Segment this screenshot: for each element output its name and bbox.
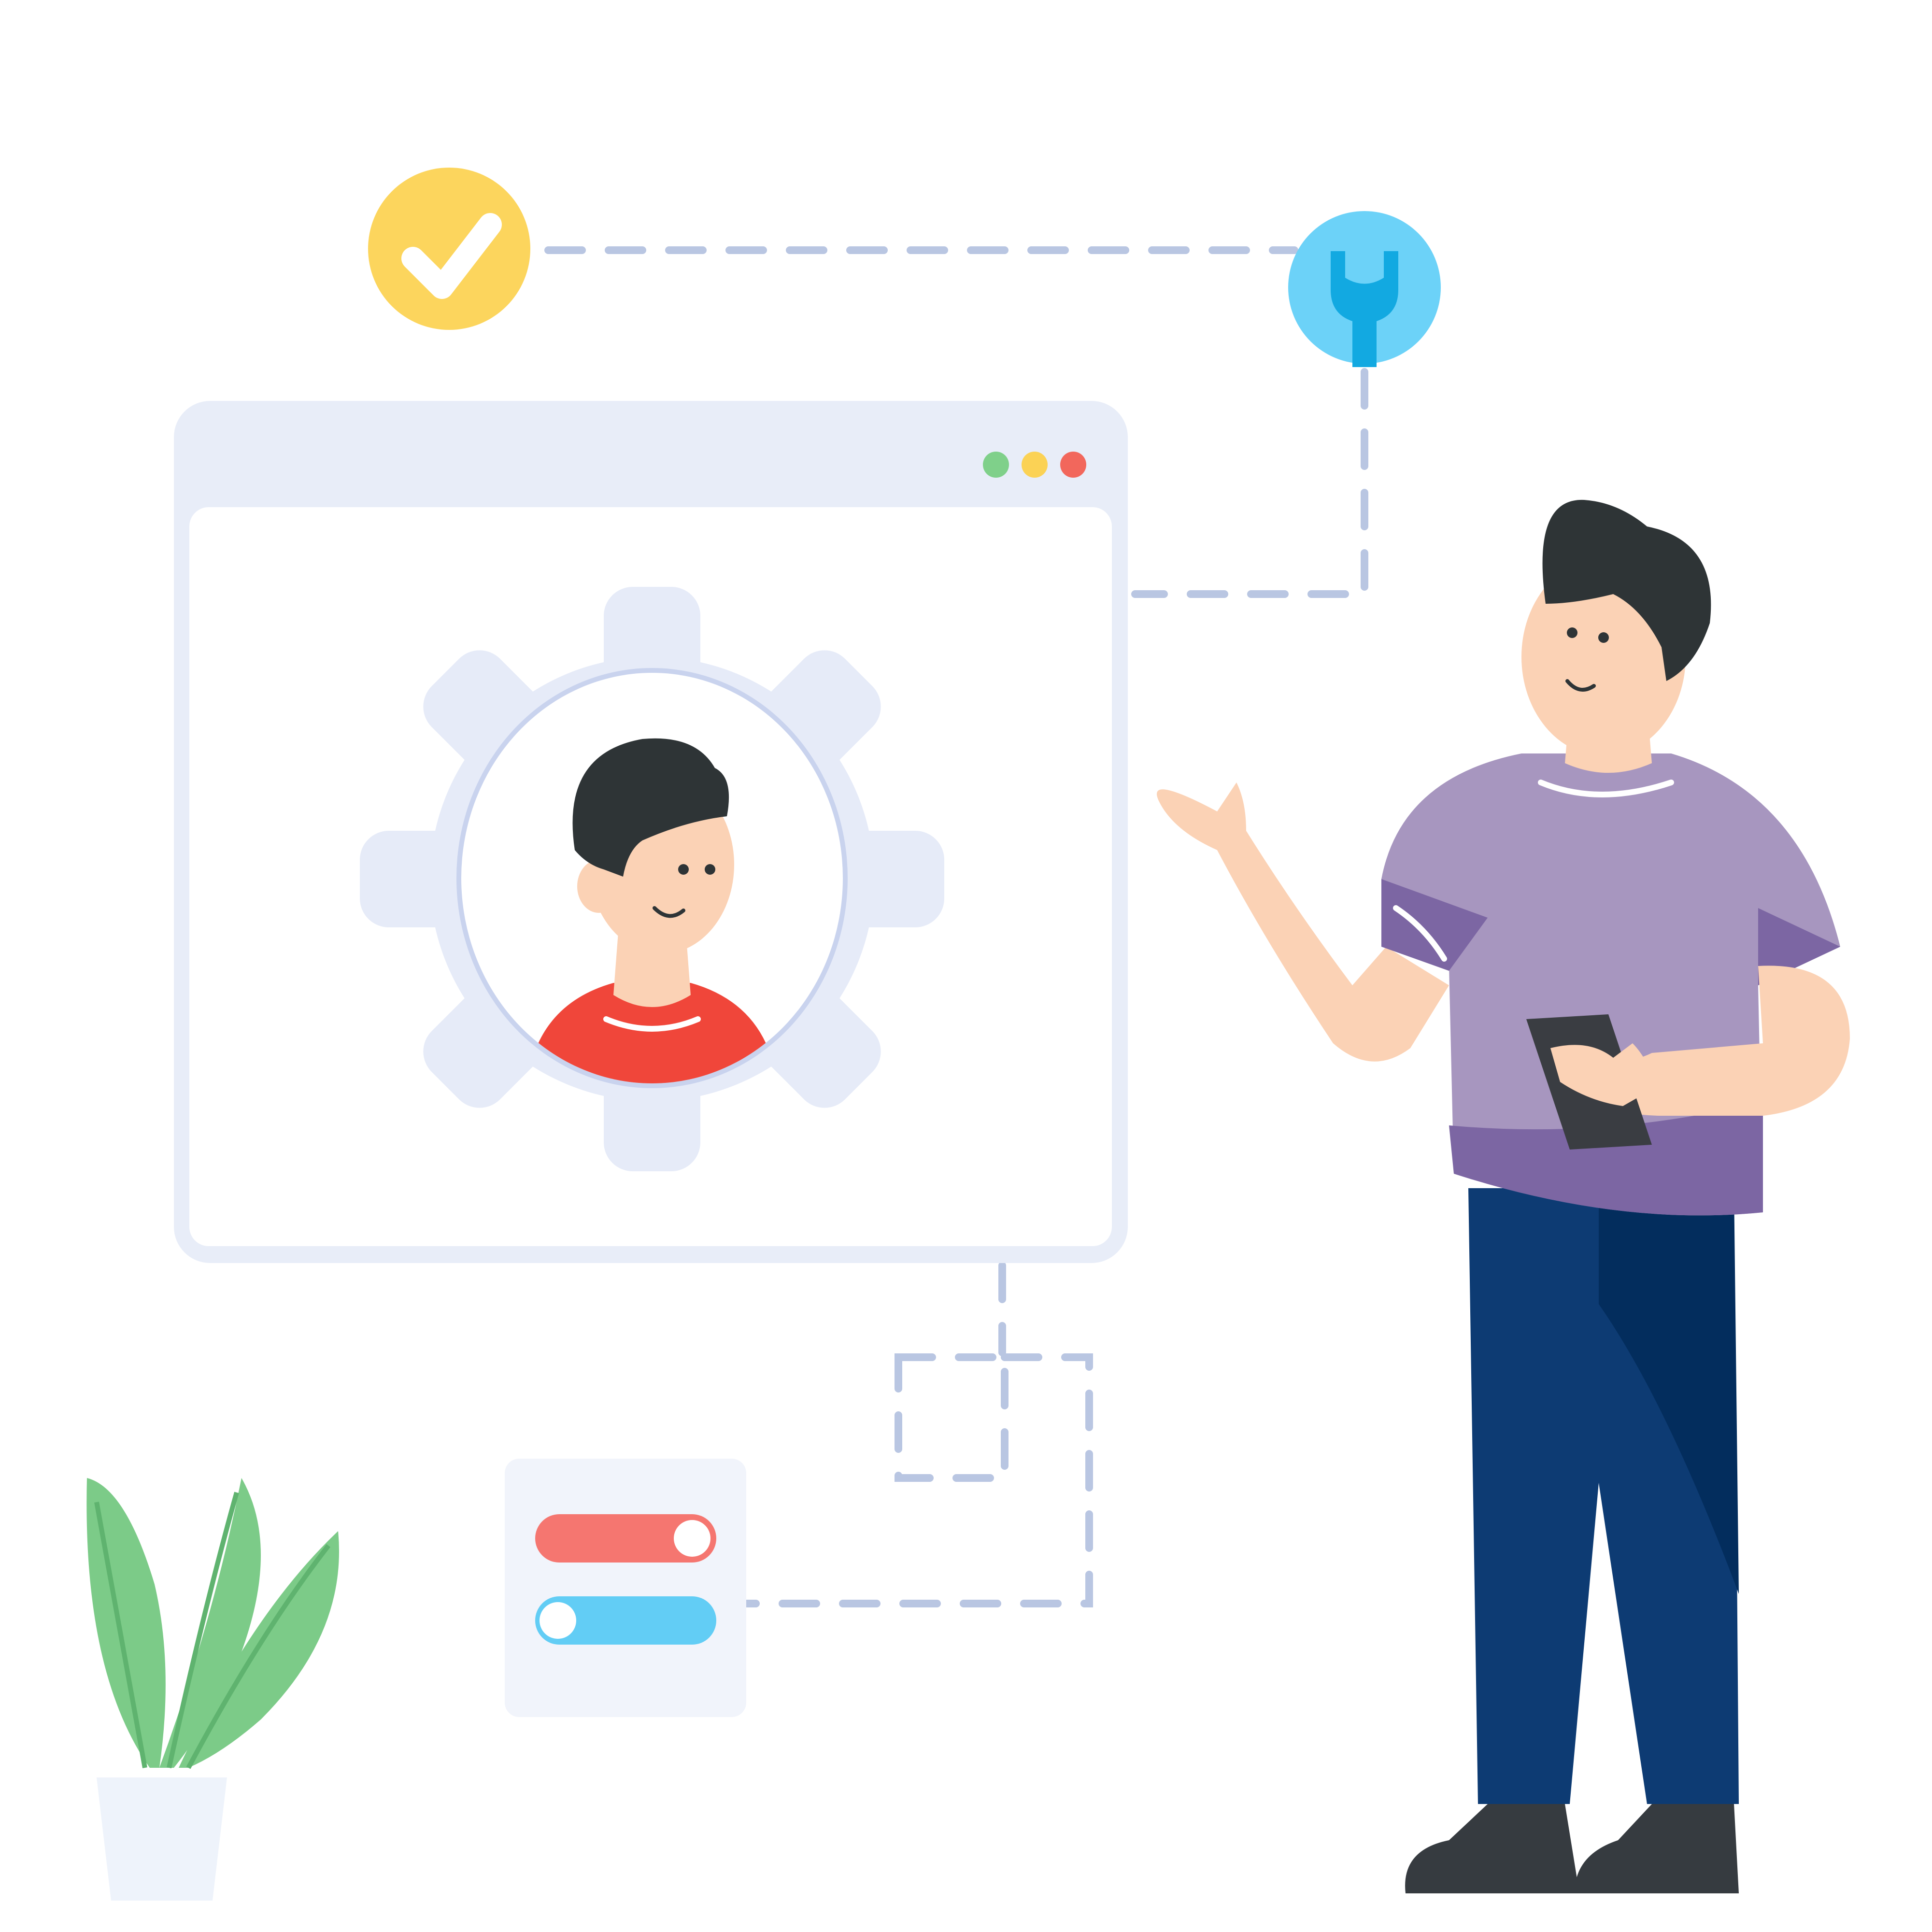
settings-toggle-card — [505, 1459, 746, 1717]
wrench-circle-icon — [1288, 211, 1441, 367]
window-dot-green — [983, 452, 1009, 478]
checkmark-circle-icon — [368, 168, 530, 330]
window-dot-yellow — [1022, 452, 1048, 478]
window-dot-red — [1060, 452, 1086, 478]
toggle-switch-off — [535, 1596, 716, 1645]
person-illustration — [1157, 499, 1850, 1893]
toggle-switch-on — [535, 1514, 716, 1563]
illustration-canvas — [86, 168, 1850, 1901]
potted-plant-icon — [86, 1478, 339, 1901]
user-avatar-icon — [456, 668, 848, 1088]
